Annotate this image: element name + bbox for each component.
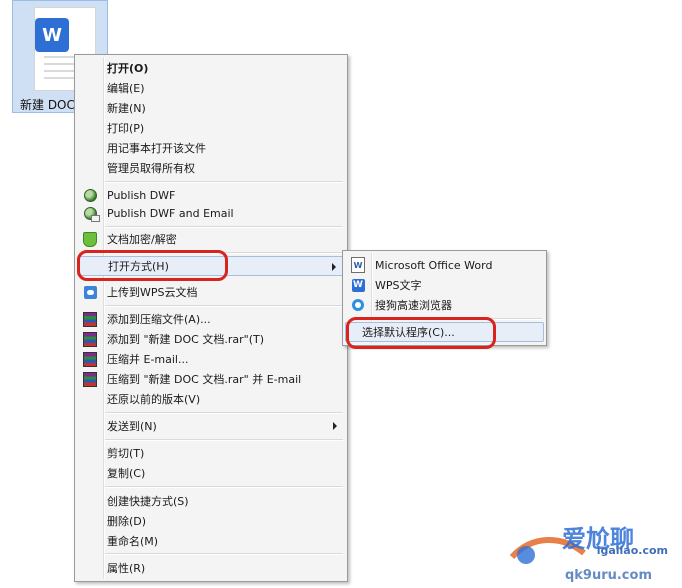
submenu-item-ms-word[interactable]: W Microsoft Office Word xyxy=(345,255,544,275)
dwf-globe-icon xyxy=(83,188,97,202)
open-with-submenu: W Microsoft Office Word W WPS文字 搜狗高速浏览器 … xyxy=(342,250,547,346)
menu-separator xyxy=(373,318,542,320)
menu-separator xyxy=(105,305,343,307)
watermark-url: qk9uru.com xyxy=(564,568,652,583)
shield-icon xyxy=(83,231,97,247)
menu-item-take-ownership[interactable]: 管理员取得所有权 xyxy=(77,158,345,178)
wps-document-icon: W xyxy=(35,18,69,52)
wps-cloud-icon xyxy=(83,285,97,299)
menu-separator xyxy=(105,412,343,414)
menu-item-open-with[interactable]: 打开方式(H) xyxy=(77,256,345,276)
menu-item-upload-wps-cloud[interactable]: 上传到WPS云文档 xyxy=(77,282,345,302)
menu-item-encrypt-decrypt[interactable]: 文档加密/解密 xyxy=(77,229,345,249)
dwf-globe-mail-icon xyxy=(83,206,100,222)
menu-item-cut[interactable]: 剪切(T) xyxy=(77,443,345,463)
menu-item-add-to-archive[interactable]: 添加到压缩文件(A)... xyxy=(77,309,345,329)
menu-item-create-shortcut[interactable]: 创建快捷方式(S) xyxy=(77,491,345,511)
watermark-site: igaliao.com xyxy=(596,544,668,557)
winrar-icon xyxy=(83,311,97,327)
menu-separator xyxy=(105,553,343,555)
menu-item-compress-email[interactable]: 压缩并 E-mail... xyxy=(77,349,345,369)
winrar-icon xyxy=(83,351,97,367)
menu-item-edit[interactable]: 编辑(E) xyxy=(77,78,345,98)
menu-item-restore-previous[interactable]: 还原以前的版本(V) xyxy=(77,389,345,409)
winrar-icon xyxy=(83,331,97,347)
menu-item-new[interactable]: 新建(N) xyxy=(77,98,345,118)
menu-item-rename[interactable]: 重命名(M) xyxy=(77,531,345,551)
menu-separator xyxy=(105,226,343,228)
submenu-arrow-icon xyxy=(332,263,336,271)
menu-item-send-to[interactable]: 发送到(N) xyxy=(77,416,345,436)
context-menu: 打开(O) 编辑(E) 新建(N) 打印(P) 用记事本打开该文件 管理员取得所… xyxy=(74,54,348,582)
menu-item-properties[interactable]: 属性(R) xyxy=(77,558,345,578)
submenu-item-sogou-browser[interactable]: 搜狗高速浏览器 xyxy=(345,295,544,315)
menu-item-copy[interactable]: 复制(C) xyxy=(77,463,345,483)
watermark: 爱尬聊 igaliao.com qk9uru.com xyxy=(492,495,682,585)
wps-writer-icon: W xyxy=(351,278,365,292)
submenu-item-wps-writer[interactable]: W WPS文字 xyxy=(345,275,544,295)
menu-item-delete[interactable]: 删除(D) xyxy=(77,511,345,531)
menu-separator xyxy=(105,181,343,183)
menu-item-compress-named-email[interactable]: 压缩到 "新建 DOC 文档.rar" 并 E-mail xyxy=(77,369,345,389)
menu-item-add-to-named-rar[interactable]: 添加到 "新建 DOC 文档.rar"(T) xyxy=(77,329,345,349)
menu-item-open[interactable]: 打开(O) xyxy=(77,58,345,78)
submenu-arrow-icon xyxy=(333,422,337,430)
menu-item-publish-dwf-email[interactable]: Publish DWF and Email xyxy=(77,203,345,223)
file-name-label: 新建 DOC xyxy=(20,98,75,112)
menu-separator xyxy=(105,252,343,254)
ms-word-icon: W xyxy=(351,257,365,273)
menu-item-print[interactable]: 打印(P) xyxy=(77,118,345,138)
menu-item-open-with-notepad[interactable]: 用记事本打开该文件 xyxy=(77,138,345,158)
menu-item-publish-dwf[interactable]: Publish DWF xyxy=(77,185,345,205)
menu-separator xyxy=(105,486,343,488)
menu-separator xyxy=(105,439,343,441)
winrar-icon xyxy=(83,371,97,387)
sogou-browser-icon xyxy=(351,298,365,312)
submenu-item-choose-default[interactable]: 选择默认程序(C)... xyxy=(345,322,544,342)
